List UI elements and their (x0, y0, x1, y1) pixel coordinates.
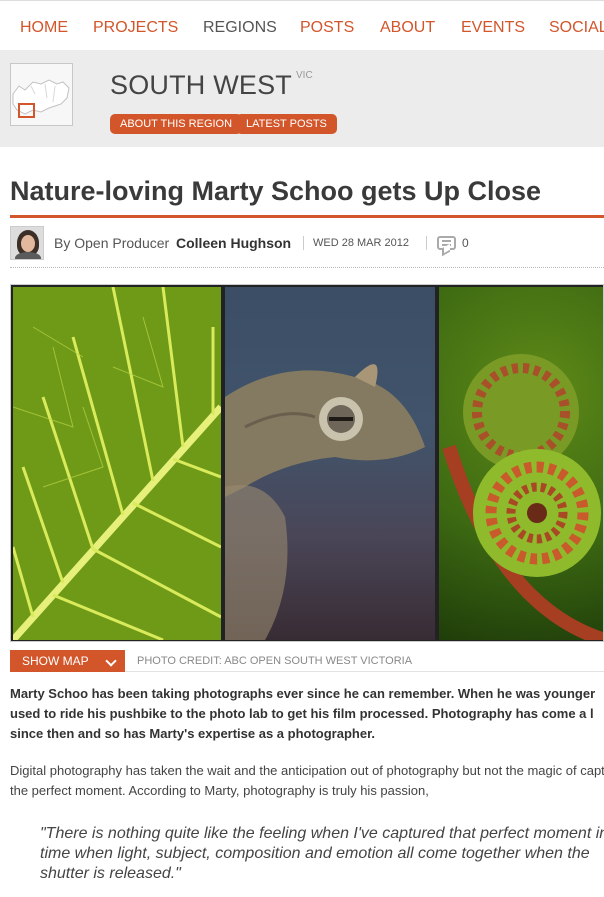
author-avatar[interactable] (10, 226, 44, 260)
show-map-label: SHOW MAP (22, 654, 89, 668)
show-map-button[interactable]: SHOW MAP (10, 650, 125, 672)
byline-separator (303, 236, 304, 250)
frog-photo (225, 287, 435, 640)
lead-line: used to ride his pushbike to the photo l… (10, 706, 594, 721)
about-region-button[interactable]: ABOUT THIS REGION (110, 114, 243, 134)
byline-separator (426, 236, 427, 250)
leaf-photo (13, 287, 221, 640)
nav-item-events[interactable]: EVENTS (461, 19, 525, 37)
title-divider (10, 215, 604, 218)
article-title: Nature-loving Marty Schoo gets Up Close (10, 176, 542, 206)
nav-item-projects[interactable]: PROJECTS (93, 19, 178, 37)
caption-bar: PHOTO CREDIT: ABC OPEN SOUTH WEST VICTOR… (125, 650, 604, 672)
nav-item-regions[interactable]: REGIONS (203, 19, 277, 37)
nav-item-home[interactable]: HOME (20, 19, 68, 37)
photo-credit: PHOTO CREDIT: ABC OPEN SOUTH WEST VICTOR… (137, 655, 413, 667)
region-header: SOUTH WEST VIC ABOUT THIS REGION LATEST … (0, 50, 604, 147)
quote-line: "There is nothing quite like the feeling… (40, 825, 604, 842)
quote-line: shutter is released." (40, 865, 181, 882)
article-lead: Marty Schoo has been taking photographs … (10, 684, 604, 744)
lead-line: since then and so has Marty's expertise … (10, 726, 376, 741)
comment-icon[interactable] (437, 236, 456, 250)
pull-quote: "There is nothing quite like the feeling… (40, 824, 604, 884)
nav-item-about[interactable]: ABOUT (380, 19, 435, 37)
region-map-thumbnail[interactable] (10, 63, 73, 126)
top-nav: HOME PROJECTS REGIONS POSTS ABOUT EVENTS… (0, 0, 604, 50)
hero-image[interactable] (10, 284, 604, 642)
nav-item-posts[interactable]: POSTS (300, 19, 354, 37)
byline: By Open Producer Colleen Hughson WED 28 … (10, 226, 604, 268)
quote-line: time when light, subject, composition an… (40, 845, 590, 862)
post-date: WED 28 MAR 2012 (313, 237, 409, 249)
author-name-link[interactable]: Colleen Hughson (176, 235, 291, 251)
byline-prefix: By Open Producer (54, 235, 170, 251)
nav-item-social[interactable]: SOCIAL (549, 19, 604, 37)
region-title: SOUTH WEST (110, 70, 292, 100)
paragraph-line: Digital photography has taken the wait a… (10, 763, 604, 778)
article-paragraph: Digital photography has taken the wait a… (10, 761, 604, 801)
fern-photo (439, 287, 603, 640)
region-marker (18, 103, 35, 118)
comment-count[interactable]: 0 (462, 236, 469, 250)
chevron-down-icon (105, 655, 117, 667)
lead-line: Marty Schoo has been taking photographs … (10, 686, 596, 701)
region-state-label: VIC (296, 70, 313, 81)
latest-posts-button[interactable]: LATEST POSTS (236, 114, 337, 134)
paragraph-line: the perfect moment. According to Marty, … (10, 783, 429, 798)
